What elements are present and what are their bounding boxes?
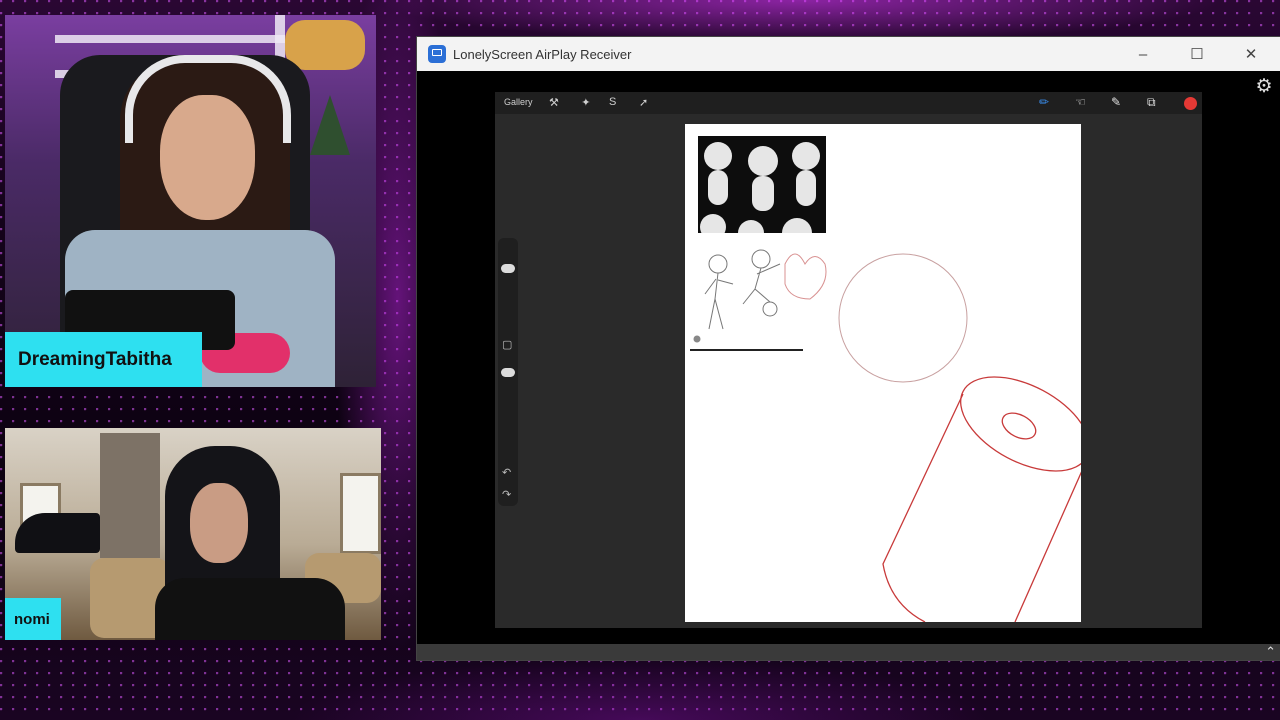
minimize-button[interactable]: – (1116, 37, 1170, 71)
webcam-nomi (5, 428, 381, 640)
opacity-slider[interactable] (501, 368, 515, 377)
sphere-sketch (838, 253, 968, 383)
chevron-up-icon[interactable]: ⌃ (1265, 644, 1276, 660)
person-face (190, 483, 248, 563)
can-sides (882, 393, 1081, 622)
drawing-canvas[interactable] (685, 124, 1081, 622)
maximize-button[interactable]: ☐ (1170, 37, 1224, 71)
redo-icon[interactable]: ↷ (502, 488, 511, 501)
undo-icon[interactable]: ↶ (502, 466, 511, 479)
color-picker-swatch[interactable] (1184, 97, 1197, 110)
plush-toys (285, 20, 365, 70)
horizontal-scrollbar[interactable]: ⌃ (417, 644, 1280, 660)
brush-icon[interactable]: ✏ (1039, 95, 1049, 109)
gallery-button[interactable]: Gallery (504, 97, 533, 107)
shelf (55, 35, 285, 43)
procreate-toolbar: Gallery ⚒ ✦ S ➚ ✏ ☜ ✎ ⧉ (495, 92, 1202, 114)
wrench-icon[interactable]: ⚒ (549, 96, 559, 109)
person-face (160, 95, 255, 220)
hand-outline (784, 253, 827, 300)
christmas-tree (310, 95, 350, 155)
selection-icon[interactable]: S (609, 96, 616, 108)
sketch-head (708, 254, 728, 274)
streamer-nametag: DreamingTabitha (5, 332, 202, 387)
stone-fireplace (100, 433, 160, 558)
can-tab (1001, 412, 1037, 440)
person-body (155, 578, 345, 640)
layers-icon[interactable]: ⧉ (1147, 95, 1156, 110)
soda-can-sketch (882, 376, 1081, 622)
sketch-ball (762, 301, 778, 317)
airplay-receiver-window: LonelyScreen AirPlay Receiver – ☐ ✕ ⚙ Ga… (416, 36, 1280, 661)
sketch-body (704, 272, 734, 330)
eraser-icon[interactable]: ✎ (1111, 95, 1121, 109)
airplay-app-icon (428, 45, 446, 63)
title-bar[interactable]: LonelyScreen AirPlay Receiver – ☐ ✕ (417, 37, 1280, 71)
close-button[interactable]: ✕ (1224, 37, 1278, 71)
sketch-body (742, 263, 781, 305)
streamer-name: nomi (14, 610, 50, 628)
mirrored-ipad-screen: Gallery ⚒ ✦ S ➚ ✏ ☜ ✎ ⧉ ▢ ↶ ↷ (495, 92, 1202, 628)
procreate-sidebar: ▢ ↶ ↷ (498, 238, 518, 506)
brush-size-slider[interactable] (501, 264, 515, 273)
maximize-icon: ☐ (1190, 46, 1204, 63)
smudge-icon[interactable]: ☜ (1075, 95, 1086, 109)
transform-icon[interactable]: ➚ (639, 96, 648, 109)
grand-piano (15, 513, 100, 553)
streamer-nametag: nomi (5, 598, 61, 640)
sketch-head (751, 249, 771, 269)
streamer-name: DreamingTabitha (18, 348, 172, 370)
sketch-dot (693, 335, 701, 343)
room-window (340, 473, 381, 554)
magic-wand-icon[interactable]: ✦ (579, 96, 590, 109)
minimize-icon: – (1138, 45, 1148, 63)
modify-button[interactable]: ▢ (502, 338, 512, 351)
window-title: LonelyScreen AirPlay Receiver (453, 46, 632, 62)
close-icon: ✕ (1244, 46, 1258, 63)
can-top (960, 376, 1081, 472)
sketch-layer (690, 249, 1081, 622)
hand-sketch (784, 253, 827, 300)
gear-icon[interactable]: ⚙ (1254, 77, 1274, 97)
figure-sketches (704, 249, 781, 330)
